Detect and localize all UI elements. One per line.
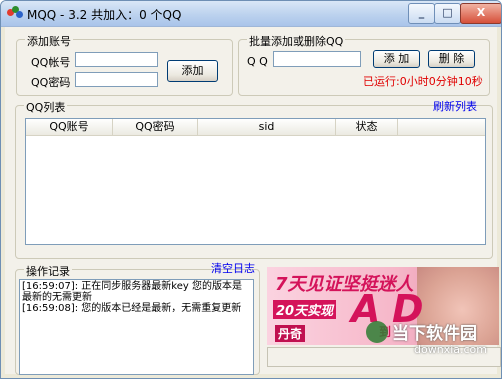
col-qq-password[interactable]: QQ密码 <box>113 119 198 135</box>
batch-legend: 批量添加或删除QQ <box>247 33 346 49</box>
qq-list-table[interactable]: QQ账号 QQ密码 sid 状态 <box>25 118 486 245</box>
window-title: MQQ - 3.2 共加入：0 个QQ <box>27 8 182 22</box>
close-button[interactable]: X <box>460 3 501 24</box>
watermark-logo-icon <box>366 321 388 343</box>
qq-password-label: QQ密码 <box>31 76 71 89</box>
qq-account-input[interactable] <box>75 52 158 67</box>
batch-add-button[interactable]: 添 加 <box>373 50 420 68</box>
qq-account-label: QQ帐号 <box>31 56 71 69</box>
title-bar[interactable]: MQQ - 3.2 共加入：0 个QQ _ □ X <box>1 1 501 27</box>
batch-qq-input[interactable] <box>273 51 361 67</box>
mqq-logo-icon <box>7 6 23 20</box>
col-sid[interactable]: sid <box>198 119 336 135</box>
batch-group: 批量添加或删除QQ Q Q 添 加 删 除 已运行:0小时0分钟10秒 <box>238 33 490 96</box>
add-account-group: 添加账号 QQ帐号 QQ密码 添加 <box>16 33 233 96</box>
minimize-icon: _ <box>418 6 425 19</box>
refresh-list-link[interactable]: 刷新列表 <box>433 98 477 114</box>
close-icon: X <box>476 6 486 19</box>
runtime-status: 已运行:0小时0分钟10秒 <box>363 75 483 88</box>
log-line: [16:59:07]: 正在同步服务器最新key 您的版本是最新的无需更新 <box>22 281 242 303</box>
qq-list-header: QQ账号 QQ密码 sid 状态 <box>26 119 485 136</box>
watermark-url: downxia.com <box>414 343 487 356</box>
log-line: [16:59:08]: 您的版本已经是最新，无需重复更新 <box>22 303 242 314</box>
watermark: 当下软件园 downxia.com <box>366 317 496 361</box>
watermark-site: 当下软件园 <box>392 324 477 344</box>
batch-qq-label: Q Q <box>247 55 268 68</box>
maximize-icon: □ <box>442 6 453 19</box>
ad-subline: 20天实现 <box>273 300 337 319</box>
qq-list-legend: QQ列表 <box>24 99 68 115</box>
log-textarea[interactable]: [16:59:07]: 正在同步服务器最新key 您的版本是最新的无需更新 [1… <box>19 279 254 375</box>
app-window: MQQ - 3.2 共加入：0 个QQ _ □ X 添加账号 QQ帐号 QQ密码… <box>0 0 502 379</box>
minimize-button[interactable]: _ <box>408 3 435 24</box>
maximize-button[interactable]: □ <box>434 3 461 24</box>
col-status[interactable]: 状态 <box>336 119 398 135</box>
qq-password-input[interactable] <box>75 72 158 87</box>
log-legend: 操作记录 <box>24 263 72 279</box>
ad-brand: 丹奇 <box>275 325 306 342</box>
add-account-button[interactable]: 添加 <box>167 60 218 82</box>
col-qq-account[interactable]: QQ账号 <box>26 119 113 135</box>
clear-log-link[interactable]: 清空日志 <box>211 260 255 276</box>
add-account-legend: 添加账号 <box>25 33 73 49</box>
batch-delete-button[interactable]: 删 除 <box>428 50 475 68</box>
